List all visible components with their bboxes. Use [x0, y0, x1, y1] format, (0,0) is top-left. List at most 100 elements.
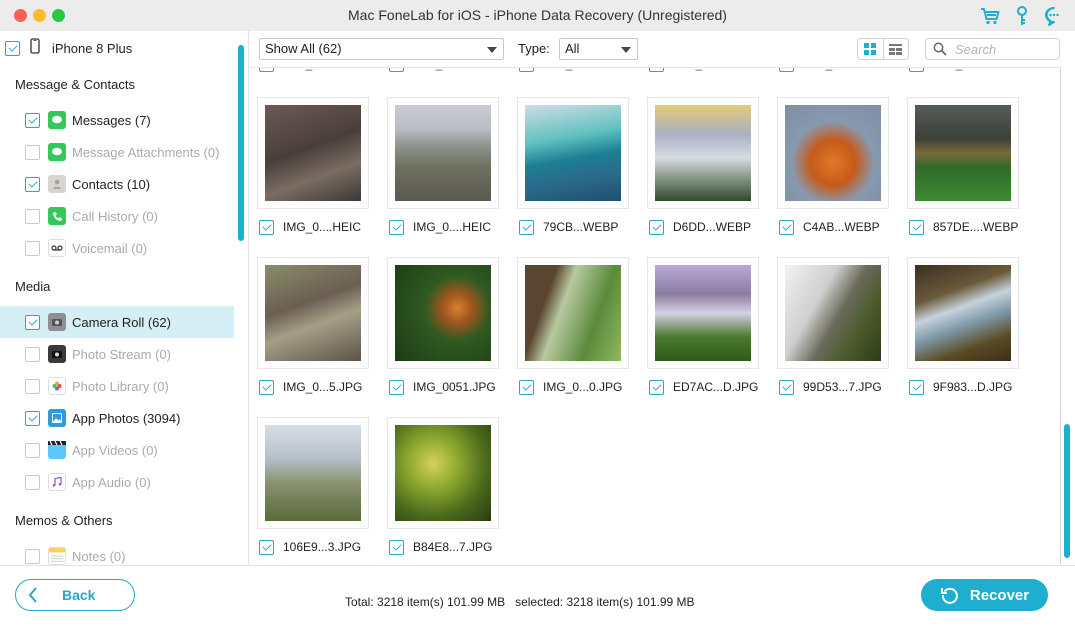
photo-checkbox[interactable] [259, 68, 274, 72]
photo-thumbnail[interactable] [257, 257, 369, 369]
search-input[interactable] [955, 41, 1055, 57]
photo-checkbox[interactable] [259, 379, 274, 395]
photo-tile[interactable]: 9F983...D.JPG [900, 257, 1030, 395]
photo-checkbox[interactable] [519, 379, 534, 395]
photo-tile[interactable]: 79CB...WEBP [510, 97, 640, 235]
photo-tile-partial[interactable]: IMG_0....HEIC [770, 68, 900, 72]
sidebar-item-notes[interactable]: Notes (0) [0, 540, 234, 565]
photo-checkbox[interactable] [389, 68, 404, 72]
checkbox[interactable] [25, 314, 40, 330]
photo-tile-partial[interactable]: IMG_0....HEIC [900, 68, 1030, 72]
photo-checkbox[interactable] [779, 68, 794, 72]
checkbox[interactable] [25, 378, 40, 394]
grid-scrollbar[interactable] [1064, 424, 1070, 558]
device-checkbox[interactable] [5, 40, 20, 56]
photo-thumbnail[interactable] [777, 257, 889, 369]
sidebar-scrollbar[interactable] [238, 45, 244, 241]
sidebar-item-app-photos[interactable]: App Photos (3094) [0, 402, 234, 434]
checkbox[interactable] [25, 208, 40, 224]
photo-checkbox[interactable] [909, 68, 924, 72]
photo-tile[interactable]: IMG_0....HEIC [250, 97, 380, 235]
sidebar-item-messages[interactable]: Messages (7) [0, 104, 234, 136]
photo-checkbox[interactable] [649, 219, 664, 235]
checkbox[interactable] [25, 442, 40, 458]
photo-checkbox[interactable] [259, 219, 274, 235]
photo-tile[interactable]: 99D53...7.JPG [770, 257, 900, 395]
photo-tile-partial[interactable]: IMG_0....HEIC [640, 68, 770, 72]
photo-name: 106E9...3.JPG [283, 540, 362, 554]
sidebar-item-app-videos[interactable]: App Videos (0) [0, 434, 234, 466]
key-icon[interactable] [1011, 5, 1033, 27]
photo-thumbnail[interactable] [257, 417, 369, 529]
photo-thumbnail[interactable] [517, 97, 629, 209]
checkbox[interactable] [25, 410, 40, 426]
photo-thumbnail[interactable] [387, 257, 499, 369]
photo-checkbox[interactable] [519, 219, 534, 235]
photo-checkbox[interactable] [649, 379, 664, 395]
photo-thumbnail[interactable] [907, 97, 1019, 209]
checkbox[interactable] [25, 176, 40, 192]
list-view-icon [889, 43, 903, 55]
photo-thumbnail[interactable] [387, 97, 499, 209]
sidebar-item-call-history[interactable]: Call History (0) [0, 200, 234, 232]
photo-tile[interactable]: IMG_0...0.JPG [510, 257, 640, 395]
cart-icon[interactable] [979, 5, 1001, 27]
chat-icon[interactable] [1043, 5, 1065, 27]
type-dropdown[interactable]: All [559, 38, 638, 60]
device-row[interactable]: iPhone 8 Plus [5, 37, 132, 57]
photo-image [915, 265, 1011, 361]
photo-checkbox[interactable] [779, 219, 794, 235]
photo-tile[interactable]: 106E9...3.JPG [250, 417, 380, 555]
search-box[interactable] [925, 38, 1060, 60]
checkbox[interactable] [25, 548, 40, 564]
camera-icon [48, 313, 66, 331]
photo-checkbox[interactable] [909, 379, 924, 395]
sidebar-item-message-attachments[interactable]: Message Attachments (0) [0, 136, 234, 168]
photo-thumbnail[interactable] [257, 97, 369, 209]
photo-checkbox[interactable] [389, 379, 404, 395]
checkbox[interactable] [25, 474, 40, 490]
photo-tile[interactable]: C4AB...WEBP [770, 97, 900, 235]
photo-checkbox[interactable] [259, 539, 274, 555]
filter-dropdown[interactable]: Show All (62) [259, 38, 504, 60]
sidebar-item-app-audio[interactable]: App Audio (0) [0, 466, 234, 498]
photo-thumbnail[interactable] [517, 257, 629, 369]
grid-view-button[interactable] [858, 39, 883, 59]
checkbox[interactable] [25, 240, 40, 256]
photo-tile[interactable]: B84E8...7.JPG [380, 417, 510, 555]
photo-tile[interactable]: IMG_0051.JPG [380, 257, 510, 395]
photo-thumbnail[interactable] [647, 257, 759, 369]
photo-checkbox[interactable] [519, 68, 534, 72]
photo-tile[interactable]: ED7AC...D.JPG [640, 257, 770, 395]
photo-thumbnail[interactable] [907, 257, 1019, 369]
photo-checkbox[interactable] [649, 68, 664, 72]
sidebar-item-camera-roll[interactable]: Camera Roll (62) [0, 306, 234, 338]
photo-thumbnail[interactable] [647, 97, 759, 209]
list-view-button[interactable] [882, 39, 909, 59]
photo-tile[interactable]: D6DD...WEBP [640, 97, 770, 235]
photo-tile-partial[interactable]: IMG_0....HEIC [510, 68, 640, 72]
checkbox[interactable] [25, 112, 40, 128]
photo-tile[interactable]: 857DE....WEBP [900, 97, 1030, 235]
photo-checkbox[interactable] [779, 379, 794, 395]
photo-tile[interactable]: IMG_0...5.JPG [250, 257, 380, 395]
sidebar-item-photo-stream[interactable]: Photo Stream (0) [0, 338, 234, 370]
photo-checkbox[interactable] [389, 539, 404, 555]
checkbox[interactable] [25, 346, 40, 362]
photo-checkbox[interactable] [909, 219, 924, 235]
section-media: Media [15, 279, 51, 294]
sidebar-item-contacts[interactable]: Contacts (10) [0, 168, 234, 200]
back-button[interactable]: Back [15, 579, 135, 611]
photo-checkbox[interactable] [389, 219, 404, 235]
sidebar-item-photo-library[interactable]: Photo Library (0) [0, 370, 234, 402]
photo-tile-partial[interactable]: IMG_0....HEIC [250, 68, 380, 72]
photo-name: 857DE....WEBP [933, 220, 1019, 234]
photo-tile[interactable]: IMG_0....HEIC [380, 97, 510, 235]
sidebar-item-voicemail[interactable]: Voicemail (0) [0, 232, 234, 264]
photo-thumbnail[interactable] [777, 97, 889, 209]
photo-tile-partial[interactable]: IMG_0....HEIC [380, 68, 510, 72]
message-attachments-icon [48, 143, 66, 161]
photo-thumbnail[interactable] [387, 417, 499, 529]
recover-button[interactable]: Recover [921, 579, 1048, 611]
checkbox[interactable] [25, 144, 40, 160]
